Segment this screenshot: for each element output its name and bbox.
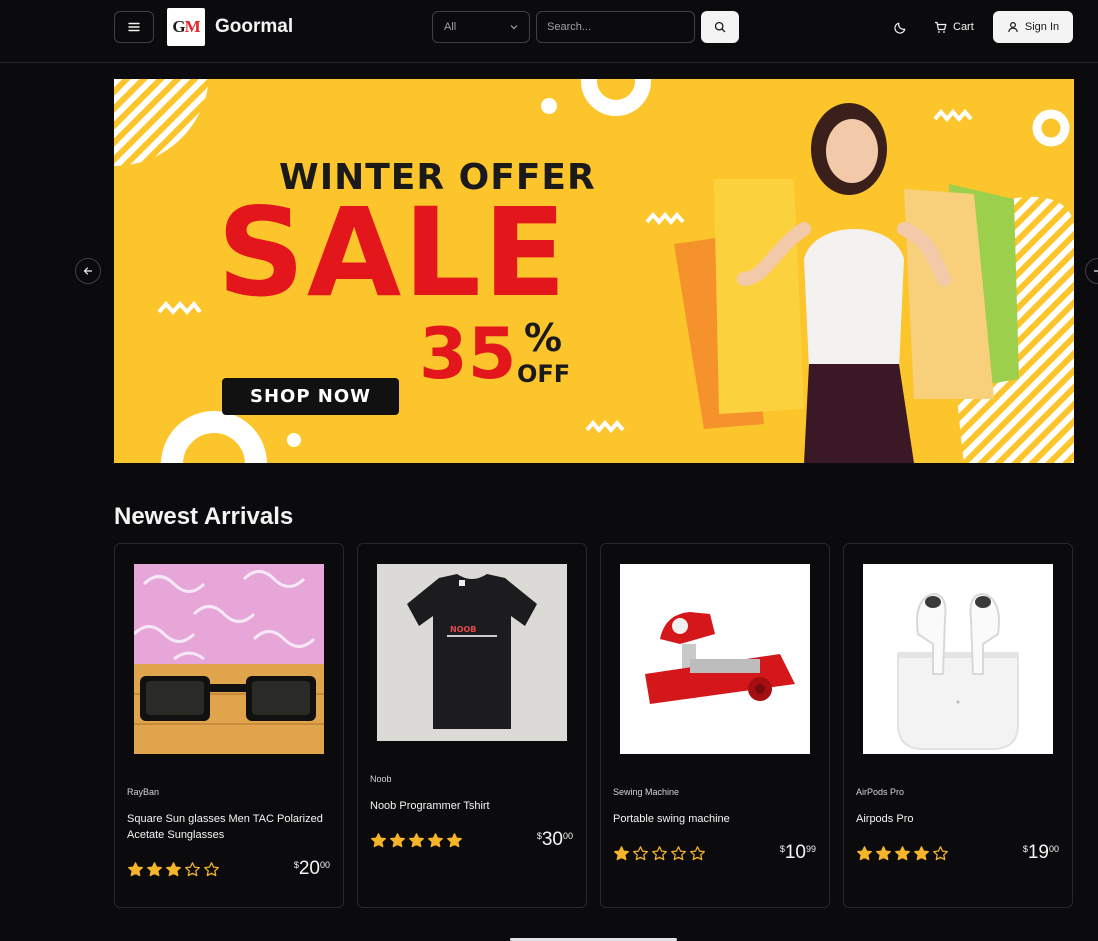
sign-in-label: Sign In [1024, 21, 1060, 33]
search-button[interactable] [701, 11, 739, 43]
category-select-value: All [444, 21, 457, 33]
star-filled-icon [895, 846, 910, 861]
product-name[interactable]: Noob Programmer Tshirt [370, 798, 575, 814]
cart-icon [935, 21, 947, 33]
tshirt-image: NOOB [377, 564, 567, 741]
product-name[interactable]: Portable swing machine [613, 811, 818, 827]
banner-discount: 35 [419, 313, 517, 395]
star-filled-icon [914, 846, 929, 861]
star-empty-icon [671, 846, 686, 861]
star-empty-icon [204, 862, 219, 877]
product-name[interactable]: Square Sun glasses Men TAC Polarized Ace… [127, 811, 332, 843]
star-empty-icon [185, 862, 200, 877]
star-filled-icon [857, 846, 872, 861]
star-empty-icon [652, 846, 667, 861]
search-input[interactable] [536, 11, 695, 43]
star-empty-icon [633, 846, 648, 861]
moon-icon [893, 22, 905, 34]
product-brand: RayBan [127, 787, 160, 797]
product-price: $20 00 [293, 858, 330, 879]
product-brand: AirPods Pro [856, 787, 905, 797]
star-filled-icon [876, 846, 891, 861]
star-filled-icon [409, 833, 424, 848]
shop-now-button[interactable]: SHOP NOW [222, 378, 399, 415]
star-filled-icon [371, 833, 386, 848]
star-filled-icon [147, 862, 162, 877]
product-brand: Sewing Machine [613, 787, 680, 797]
cart-label: Cart [953, 21, 974, 33]
product-card[interactable]: AirPods Pro Airpods Pro $19 00 [843, 543, 1073, 908]
star-filled-icon [428, 833, 443, 848]
carousel-prev-button[interactable] [75, 258, 101, 284]
arrow-left-icon [83, 267, 93, 275]
user-icon [1008, 21, 1018, 33]
carousel-next-button[interactable] [1085, 258, 1098, 284]
product-name[interactable]: Airpods Pro [856, 811, 1061, 827]
star-filled-icon [128, 862, 143, 877]
product-image[interactable]: NOOB [377, 564, 567, 741]
banner-percent: % [524, 316, 563, 360]
product-price: $30 00 [536, 829, 573, 850]
logo[interactable]: GM [167, 8, 205, 46]
product-rating [370, 832, 463, 849]
star-filled-icon [166, 862, 181, 877]
product-rating [856, 845, 949, 862]
star-filled-icon [614, 846, 629, 861]
product-card[interactable]: Sewing Machine Portable swing machine $1… [600, 543, 830, 908]
sewing-machine-image [620, 564, 810, 754]
promo-banner[interactable]: WINTER OFFER SALE 35 % OFF SHOP NOW [114, 79, 1074, 463]
star-filled-icon [390, 833, 405, 848]
top-navbar: GM Goormal All Cart Sign In [0, 0, 1098, 63]
arrow-right-icon [1093, 267, 1098, 275]
product-card[interactable]: NOOB Noob Noob Programmer Tshirt $30 00 [357, 543, 587, 908]
theme-toggle-button[interactable] [884, 11, 916, 43]
product-rating [127, 861, 220, 878]
sign-in-button[interactable]: Sign In [993, 11, 1073, 43]
product-image[interactable] [134, 564, 324, 754]
chevron-down-icon [510, 25, 518, 30]
category-select[interactable]: All [432, 11, 530, 43]
product-image[interactable] [620, 564, 810, 754]
cart-button[interactable]: Cart [928, 11, 980, 43]
brand-name[interactable]: Goormal [215, 16, 293, 38]
sunglasses-image [134, 564, 324, 754]
svg-text:NOOB: NOOB [450, 625, 476, 634]
product-image[interactable] [863, 564, 1053, 754]
star-filled-icon [447, 833, 462, 848]
hamburger-icon [128, 22, 140, 32]
logo-mark: GM [172, 17, 200, 36]
star-empty-icon [933, 846, 948, 861]
product-price: $19 00 [1022, 842, 1059, 863]
product-brand: Noob [370, 774, 392, 784]
search-icon [714, 21, 726, 33]
product-card[interactable]: RayBan Square Sun glasses Men TAC Polari… [114, 543, 344, 908]
product-price: $10 99 [779, 842, 816, 863]
section-title: Newest Arrivals [114, 503, 294, 530]
banner-off: OFF [517, 360, 571, 388]
star-empty-icon [690, 846, 705, 861]
banner-sale-text: SALE [217, 182, 569, 324]
menu-button[interactable] [114, 11, 154, 43]
product-rating [613, 845, 706, 862]
airpods-image [863, 564, 1053, 754]
